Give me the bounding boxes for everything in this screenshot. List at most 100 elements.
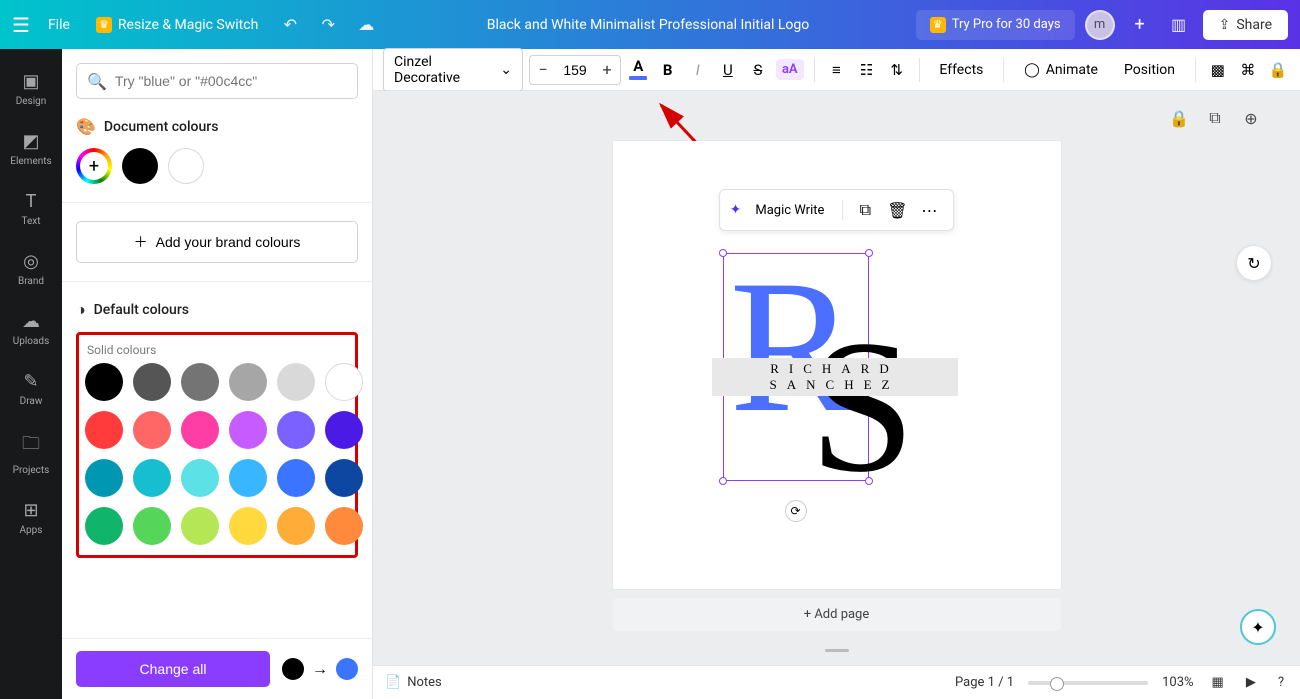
add-page-button[interactable]: + Add page — [613, 598, 1061, 631]
new-page-icon[interactable]: ⊕ — [1238, 105, 1264, 131]
add-new-colour[interactable] — [76, 148, 112, 184]
solid-colour-swatch[interactable] — [133, 459, 171, 497]
solid-colour-swatch[interactable] — [229, 411, 267, 449]
share-button[interactable]: ⇪ Share — [1203, 10, 1288, 40]
rail-item-text[interactable]: TText — [0, 179, 62, 239]
redo-icon[interactable]: ↷ — [314, 11, 342, 39]
rail-item-projects[interactable]: 🗀Projects — [0, 419, 62, 488]
document-colour-swatch[interactable] — [122, 148, 158, 184]
present-icon[interactable]: ▶ — [1242, 673, 1260, 692]
separator — [842, 200, 843, 220]
more-icon[interactable]: ⋯ — [915, 196, 943, 224]
duplicate-icon[interactable]: ⧉ — [851, 196, 879, 224]
rail-item-brand[interactable]: ◎Brand — [0, 239, 62, 299]
solid-colour-swatch[interactable] — [325, 411, 363, 449]
position-button[interactable]: Position — [1114, 57, 1185, 83]
solid-colour-swatch[interactable] — [277, 507, 315, 545]
analytics-icon[interactable]: ▥ — [1165, 11, 1193, 39]
font-size-input[interactable] — [556, 62, 594, 78]
zoom-value[interactable]: 103% — [1162, 675, 1193, 690]
font-family-select[interactable]: Cinzel Decorative ⌄ — [383, 48, 523, 92]
rail-item-uploads[interactable]: ☁Uploads — [0, 299, 62, 359]
solid-colour-swatch[interactable] — [181, 507, 219, 545]
avatar[interactable]: m — [1085, 10, 1115, 40]
font-size-minus[interactable]: − — [530, 60, 556, 79]
solid-colour-swatch[interactable] — [133, 363, 171, 401]
rail-label: Brand — [18, 276, 44, 287]
solid-colour-swatch[interactable] — [325, 363, 363, 401]
menu-icon[interactable]: ☰ — [12, 13, 30, 37]
trash-icon[interactable]: 🗑 — [883, 196, 911, 224]
from-colour[interactable] — [282, 658, 304, 680]
add-member-icon[interactable]: + — [1125, 10, 1155, 40]
document-title[interactable]: Black and White Minimalist Professional … — [390, 17, 905, 33]
uppercase-button[interactable]: aA — [776, 55, 804, 85]
solid-colour-swatch[interactable] — [325, 507, 363, 545]
magic-fab[interactable]: ✦ — [1240, 609, 1276, 645]
solid-colour-swatch[interactable] — [277, 363, 315, 401]
undo-icon[interactable]: ↶ — [276, 11, 304, 39]
rail-item-draw[interactable]: ✎Draw — [0, 359, 62, 419]
page-handle[interactable] — [815, 645, 859, 655]
resize-handle[interactable] — [719, 249, 727, 257]
change-all-button[interactable]: Change all — [76, 651, 270, 687]
solid-colour-swatch[interactable] — [85, 459, 123, 497]
solid-colour-swatch[interactable] — [325, 459, 363, 497]
rotate-handle[interactable]: ⟳ — [785, 500, 807, 522]
rail-item-design[interactable]: ▣Design — [0, 59, 62, 119]
cloud-sync-icon[interactable]: ☁ — [352, 11, 380, 39]
bold-button[interactable]: B — [656, 55, 680, 85]
font-size-plus[interactable]: + — [594, 60, 620, 79]
strikethrough-button[interactable]: S — [746, 55, 770, 85]
lock-page-icon[interactable]: 🔒 — [1166, 105, 1192, 131]
solid-colour-swatch[interactable] — [181, 459, 219, 497]
try-pro-label: Try Pro for 30 days — [952, 17, 1061, 32]
try-pro-button[interactable]: ♛ Try Pro for 30 days — [916, 10, 1075, 40]
solid-colour-swatch[interactable] — [277, 459, 315, 497]
list-button[interactable]: ☷ — [854, 55, 878, 85]
selection-box[interactable]: R S RICHARD SANCHEZ ⟳ — [723, 253, 869, 481]
text-color-button[interactable]: A — [627, 55, 650, 85]
transparency-icon[interactable]: ▩ — [1206, 55, 1230, 85]
duplicate-page-icon[interactable]: ⧉ — [1202, 105, 1228, 131]
zoom-slider[interactable] — [1028, 681, 1148, 685]
solid-colour-swatch[interactable] — [229, 459, 267, 497]
color-search-input[interactable] — [115, 73, 347, 89]
solid-colour-swatch[interactable] — [277, 411, 315, 449]
link-icon[interactable]: ⌘ — [1236, 55, 1260, 85]
magic-write-button[interactable]: Magic Write — [745, 198, 834, 223]
comment-fab[interactable]: ↻ — [1236, 245, 1272, 281]
solid-colour-swatch[interactable] — [181, 411, 219, 449]
logo-letter-s[interactable]: S — [810, 298, 916, 516]
grid-view-icon[interactable]: ▦ — [1208, 673, 1228, 692]
solid-colour-swatch[interactable] — [85, 507, 123, 545]
effects-button[interactable]: Effects — [929, 57, 993, 83]
resize-handle[interactable] — [865, 249, 873, 257]
help-icon[interactable]: ? — [1274, 673, 1288, 692]
resize-handle[interactable] — [719, 477, 727, 485]
solid-colour-swatch[interactable] — [229, 363, 267, 401]
rail-item-elements[interactable]: ◩Elements — [0, 119, 62, 179]
solid-colour-swatch[interactable] — [85, 411, 123, 449]
underline-button[interactable]: U — [716, 55, 740, 85]
name-text[interactable]: RICHARD SANCHEZ — [712, 358, 958, 396]
page-indicator[interactable]: Page 1 / 1 — [955, 675, 1014, 690]
spacing-button[interactable]: ⇅ — [885, 55, 909, 85]
animate-button[interactable]: ◯ Animate — [1014, 57, 1108, 83]
rail-item-apps[interactable]: ⊞Apps — [0, 488, 62, 548]
document-colour-swatch[interactable] — [168, 148, 204, 184]
notes-button[interactable]: 📄 Notes — [385, 675, 442, 690]
to-colour[interactable] — [336, 658, 358, 680]
solid-colour-swatch[interactable] — [181, 363, 219, 401]
resize-magic-switch[interactable]: ♛ Resize & Magic Switch — [88, 11, 266, 39]
document-colours-label: Document colours — [104, 119, 219, 135]
add-brand-colours-button[interactable]: ＋ Add your brand colours — [76, 221, 358, 263]
solid-colour-swatch[interactable] — [133, 507, 171, 545]
align-button[interactable]: ≡ — [824, 55, 848, 85]
solid-colour-swatch[interactable] — [229, 507, 267, 545]
solid-colour-swatch[interactable] — [133, 411, 171, 449]
file-menu[interactable]: File — [40, 11, 78, 39]
solid-colour-swatch[interactable] — [85, 363, 123, 401]
italic-button[interactable]: I — [686, 55, 710, 85]
lock-icon[interactable]: 🔒 — [1266, 55, 1290, 85]
